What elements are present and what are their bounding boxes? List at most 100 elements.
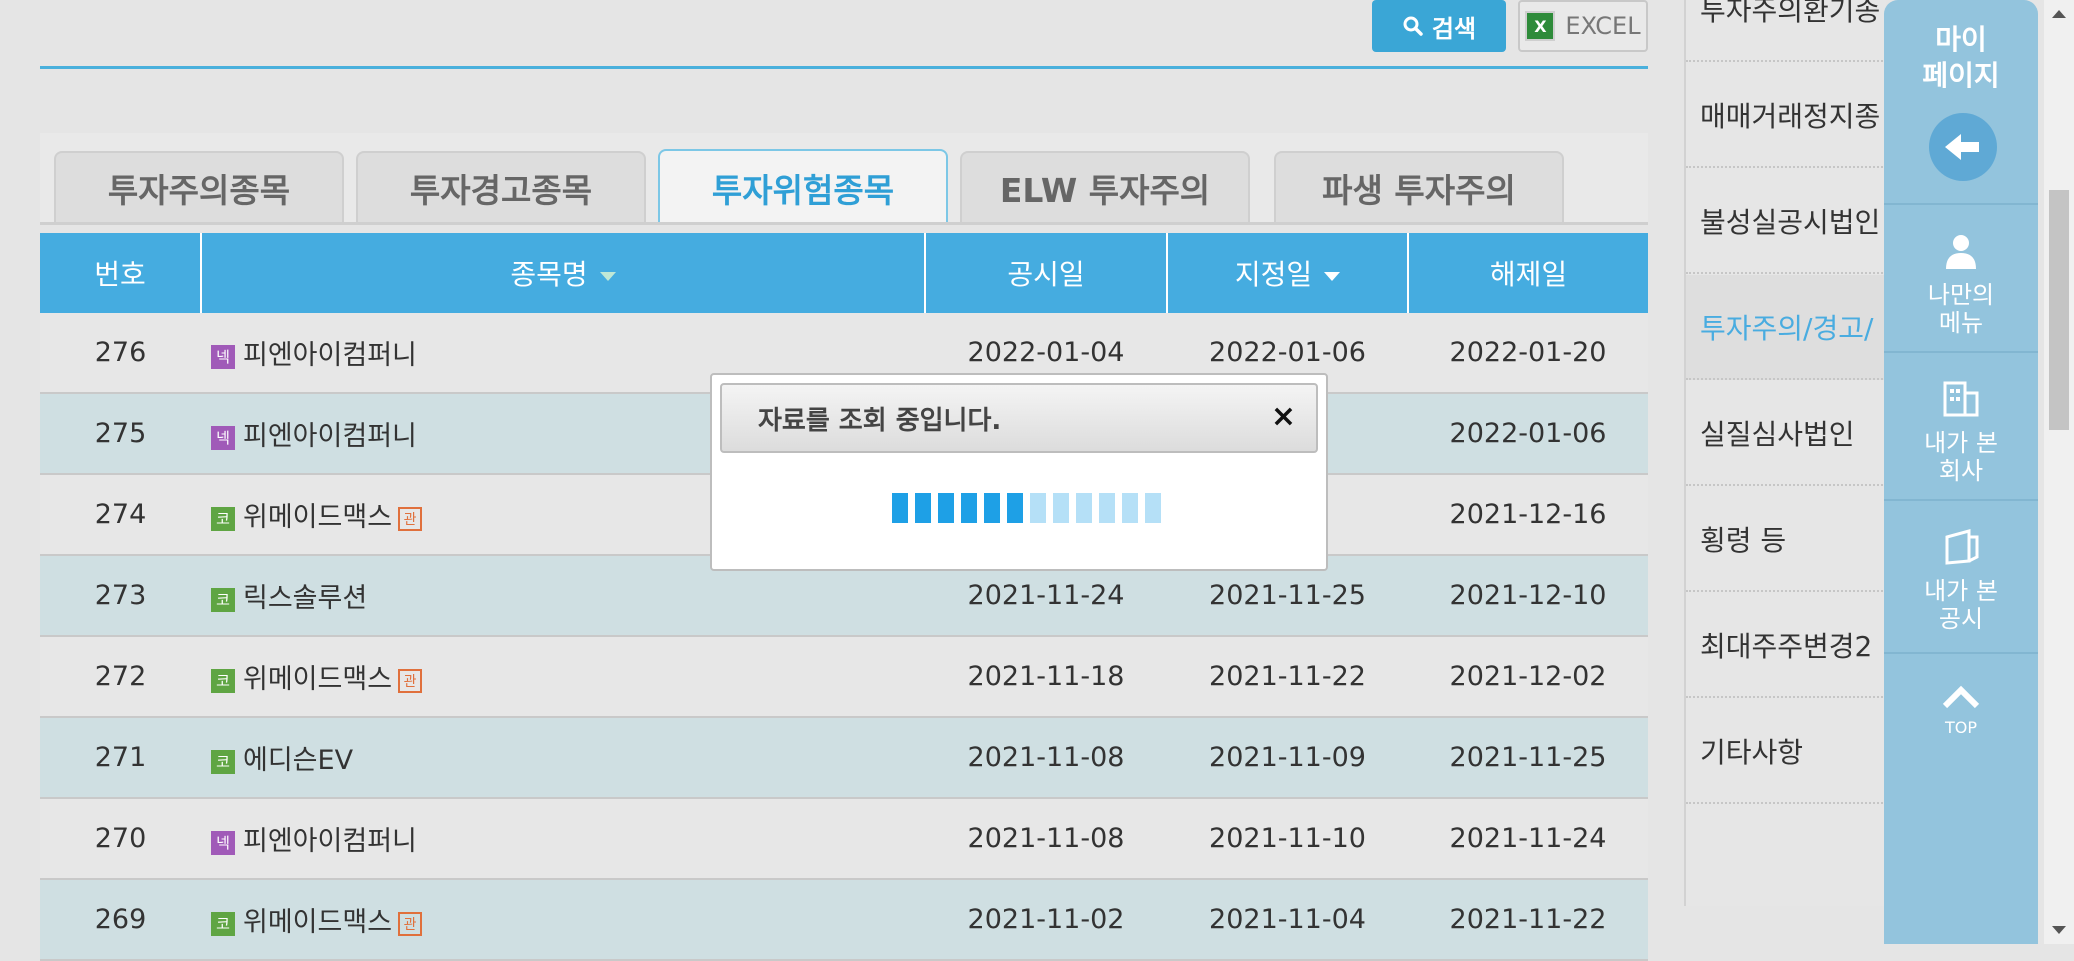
building-icon bbox=[1943, 381, 1979, 417]
tab-elw-caution[interactable]: ELW 투자주의 bbox=[960, 151, 1250, 223]
tab-danger[interactable]: 투자위험종목 bbox=[658, 149, 948, 225]
chevron-up-icon bbox=[1942, 685, 1980, 709]
quick-viewed-companies-label: 내가 본 회사 bbox=[1924, 429, 1998, 485]
table-row[interactable]: 272 코 위메이드맥스 관 2021-11-18 2021-11-22 2021-12-0… bbox=[40, 636, 1648, 718]
progress-segment bbox=[961, 493, 977, 523]
excel-icon: X bbox=[1525, 11, 1556, 41]
quick-menu: 마이 페이지 나만의 메뉴 내가 본 회사 내가 본 공시 TOP bbox=[1884, 0, 2038, 944]
row-release-date: 2021-11-25 bbox=[1408, 717, 1648, 799]
row-stock-name[interactable]: 코 에디슨EV bbox=[201, 717, 925, 799]
person-icon bbox=[1946, 235, 1976, 269]
sidebar-item[interactable]: 투자주의/경고/ bbox=[1686, 275, 1886, 380]
tabs-underline bbox=[40, 222, 1648, 225]
konex-market-icon: 넥 bbox=[211, 425, 235, 450]
scroll-up-arrow-icon[interactable] bbox=[2052, 10, 2066, 18]
management-badge-icon: 관 bbox=[398, 506, 423, 531]
sidebar-item[interactable]: 횡령 등 bbox=[1686, 487, 1886, 592]
tab-derivatives-caution[interactable]: 파생 투자주의 bbox=[1274, 151, 1564, 223]
progress-segment bbox=[892, 493, 908, 523]
quick-viewed-disclosures-label: 내가 본 공시 bbox=[1924, 577, 1998, 633]
quick-viewed-disclosures[interactable]: 내가 본 공시 bbox=[1884, 499, 2038, 649]
row-number: 271 bbox=[40, 717, 201, 799]
sort-down-icon[interactable] bbox=[1324, 271, 1341, 281]
table-row[interactable]: 271 코 에디슨EV 2021-11-08 2021-11-09 2021-11-25 bbox=[40, 717, 1648, 799]
stock-name-link[interactable]: 피엔아이컴퍼니 bbox=[243, 826, 417, 857]
progress-segment bbox=[915, 493, 931, 523]
my-page-link[interactable]: 마이 페이지 bbox=[1884, 22, 2038, 94]
quick-my-menu[interactable]: 나만의 메뉴 bbox=[1884, 203, 2038, 353]
progress-segment bbox=[1030, 493, 1046, 523]
sidebar-item[interactable]: 투자주의환기종 bbox=[1686, 0, 1886, 62]
stock-name-link[interactable]: 에디슨EV bbox=[243, 745, 353, 776]
row-release-date: 2021-11-22 bbox=[1408, 879, 1648, 961]
top-label: TOP bbox=[1944, 718, 1977, 737]
row-designate-date: 2021-11-22 bbox=[1167, 636, 1408, 718]
progress-segment bbox=[1099, 493, 1115, 523]
col-header-announce-date: 공시일 bbox=[925, 233, 1168, 313]
kosdaq-market-icon: 코 bbox=[211, 506, 235, 531]
row-release-date: 2021-12-02 bbox=[1408, 636, 1648, 718]
close-icon[interactable]: × bbox=[1271, 399, 1296, 434]
stock-name-link[interactable]: 릭스솔루션 bbox=[243, 583, 367, 614]
row-designate-date: 2021-11-04 bbox=[1167, 879, 1408, 961]
kosdaq-market-icon: 코 bbox=[211, 587, 235, 612]
stock-name-link[interactable]: 피엔아이컴퍼니 bbox=[243, 421, 417, 452]
progress-segment bbox=[1145, 493, 1161, 523]
row-release-date: 2021-12-16 bbox=[1408, 474, 1648, 556]
row-stock-name[interactable]: 코 위메이드맥스 관 bbox=[201, 879, 925, 961]
row-number: 273 bbox=[40, 555, 201, 637]
sort-down-icon[interactable] bbox=[599, 271, 616, 281]
sidebar-item[interactable]: 실질심사법인 bbox=[1686, 381, 1886, 486]
row-stock-name[interactable]: 넥 피엔아이컴퍼니 bbox=[201, 798, 925, 880]
row-release-date: 2021-11-24 bbox=[1408, 798, 1648, 880]
page-scrollbar[interactable] bbox=[2044, 0, 2074, 944]
table-row[interactable]: 269 코 위메이드맥스 관 2021-11-02 2021-11-04 2021-11-2… bbox=[40, 879, 1648, 961]
tab-warning[interactable]: 투자경고종목 bbox=[356, 151, 646, 223]
row-number: 276 bbox=[40, 313, 201, 394]
kosdaq-market-icon: 코 bbox=[211, 668, 235, 693]
progress-segment bbox=[1007, 493, 1023, 523]
row-announce-date: 2021-11-18 bbox=[925, 636, 1167, 718]
header-divider bbox=[40, 66, 1648, 69]
sidebar-item[interactable]: 불성실공시법인 bbox=[1686, 169, 1886, 274]
sidebar-item[interactable]: 기타사항 bbox=[1686, 699, 1886, 804]
table-header-row: 번호 종목명 공시일 지정일 해제일 bbox=[40, 233, 1648, 313]
row-announce-date: 2021-11-08 bbox=[925, 717, 1167, 799]
kosdaq-market-icon: 코 bbox=[211, 911, 235, 936]
konex-market-icon: 넥 bbox=[211, 344, 235, 369]
stock-name-link[interactable]: 위메이드맥스 bbox=[243, 907, 392, 938]
scroll-top-button[interactable]: TOP bbox=[1884, 652, 2038, 754]
progress-segment bbox=[1053, 493, 1069, 523]
stock-name-link[interactable]: 위메이드맥스 bbox=[243, 664, 392, 695]
scroll-thumb[interactable] bbox=[2049, 190, 2069, 430]
tab-caution[interactable]: 투자주의종목 bbox=[54, 151, 344, 223]
col-header-release-date: 해제일 bbox=[1408, 233, 1648, 313]
row-number: 272 bbox=[40, 636, 201, 718]
progress-segment bbox=[1122, 493, 1138, 523]
col-header-name[interactable]: 종목명 bbox=[201, 233, 926, 313]
stock-name-link[interactable]: 위메이드맥스 bbox=[243, 502, 392, 533]
sidebar-item[interactable]: 최대주주변경2 bbox=[1686, 593, 1886, 698]
col-header-designate-date[interactable]: 지정일 bbox=[1167, 233, 1409, 313]
row-stock-name[interactable]: 코 위메이드맥스 관 bbox=[201, 636, 925, 718]
scroll-down-arrow-icon[interactable] bbox=[2052, 926, 2066, 934]
row-announce-date: 2021-11-02 bbox=[925, 879, 1167, 961]
back-arrow-icon[interactable] bbox=[1929, 113, 1997, 181]
search-button[interactable]: 검색 bbox=[1372, 0, 1506, 52]
loading-dialog-header: 자료를 조회 중입니다. × bbox=[720, 383, 1318, 453]
excel-download-button[interactable]: X EXCEL bbox=[1518, 0, 1648, 52]
side-menu: 투자주의환기종 매매거래정지종 불성실공시법인 투자주의/경고/실질심사법인 횡령 등최… bbox=[1684, 0, 1886, 906]
search-button-label: 검색 bbox=[1431, 14, 1477, 43]
loading-dialog-title: 자료를 조회 중입니다. bbox=[758, 405, 1002, 436]
row-designate-date: 2021-11-09 bbox=[1167, 717, 1408, 799]
stock-name-link[interactable]: 피엔아이컴퍼니 bbox=[243, 340, 417, 371]
row-designate-date: 2021-11-10 bbox=[1167, 798, 1408, 880]
konex-market-icon: 넥 bbox=[211, 830, 235, 855]
table-row[interactable]: 270 넥 피엔아이컴퍼니 2021-11-08 2021-11-10 2021-11-2… bbox=[40, 798, 1648, 880]
progress-segment bbox=[938, 493, 954, 523]
quick-viewed-companies[interactable]: 내가 본 회사 bbox=[1884, 351, 2038, 501]
row-number: 275 bbox=[40, 393, 201, 475]
search-icon bbox=[1403, 16, 1423, 36]
sidebar-item[interactable]: 매매거래정지종 bbox=[1686, 63, 1886, 168]
quick-my-menu-label: 나만의 메뉴 bbox=[1927, 281, 1995, 337]
